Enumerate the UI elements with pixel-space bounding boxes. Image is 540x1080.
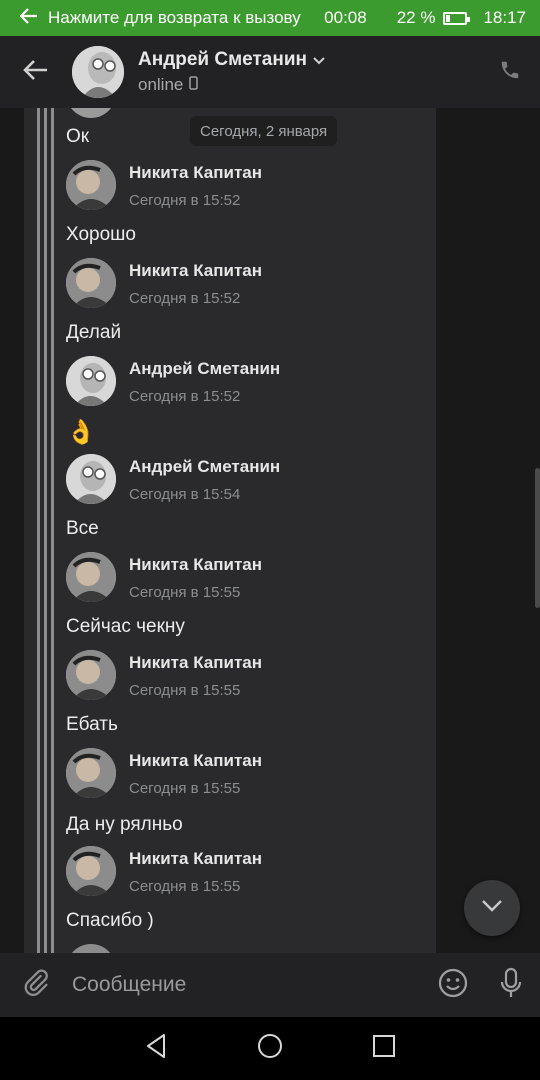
battery-percent: 22 % [396,8,436,27]
forward-indent-line [44,108,47,953]
message-text: Спасибо ) [66,910,154,931]
message-input[interactable] [72,973,424,997]
avatar[interactable] [66,552,116,602]
message-author-row: Никита Капитан Сегодня в 15:55 [66,552,262,604]
author-name[interactable]: Андрей Сметанин [129,359,280,379]
avatar[interactable] [66,258,116,308]
attach-button[interactable] [0,968,72,1003]
chat-header: Андрей Сметанин online [0,36,540,108]
message-time: Сегодня в 15:52 [129,388,241,405]
message-text: Ебать [66,714,118,735]
message-time: Сегодня в 15:52 [129,192,241,209]
call-duration: 00:08 [324,8,367,27]
scrollbar[interactable] [535,468,540,608]
arrow-left-icon [19,7,40,29]
ok-hand-emoji: 👌 [66,419,96,446]
voice-message-button[interactable] [482,967,540,1004]
avatar[interactable] [66,846,116,896]
message-author-row: Никита Капитан Сегодня в 15:52 [66,160,262,212]
message-time: Сегодня в 15:55 [129,584,241,601]
message-text: Делай [66,322,122,343]
avatar[interactable] [66,356,116,406]
author-name[interactable]: Никита Капитан [129,261,262,281]
message-time: Сегодня в 15:55 [129,682,241,699]
author-name[interactable]: Никита Капитан [129,555,262,575]
author-name[interactable]: Андрей Сметанин [129,457,280,477]
avatar[interactable] [66,748,116,798]
message-author-row: Андрей Сметанин Сегодня в 15:54 [66,454,280,506]
mobile-device-icon [189,75,199,95]
message-time: Сегодня в 15:52 [129,290,241,307]
chevron-down-icon [481,899,503,918]
message-text: Сейчас чекну [66,616,185,637]
avatar[interactable] [66,160,116,210]
message-time: Сегодня в 15:55 [129,780,241,797]
clock: 18:17 [483,8,526,27]
return-to-call-banner[interactable]: Нажмите для возврата к вызову 00:08 22 %… [0,0,540,36]
date-separator: Сегодня, 2 января [190,116,338,146]
phone-icon [499,59,521,86]
forward-indent-line [37,108,40,953]
author-name[interactable]: Никита Капитан [129,163,262,183]
call-banner-text: Нажмите для возврата к вызову [48,8,301,27]
message-text: Хорошо [66,224,136,245]
message-composer [0,953,540,1017]
nav-back-button[interactable] [144,1033,168,1064]
back-button[interactable] [0,36,72,108]
message-author-row: Никита Капитан Сегодня в 15:52 [66,258,262,310]
chevron-down-icon [313,49,325,71]
contact-name: Андрей Сметанин [138,49,307,70]
avatar[interactable] [66,454,116,504]
message-author-row: Никита Капитан Сегодня в 15:55 [66,650,262,702]
message-text: Ок [66,126,90,147]
message-list[interactable]: Сегодня, 2 января Ок Никита Капитан Сего… [0,108,540,953]
forward-indent-line [51,108,54,953]
battery-icon [443,11,471,25]
message-author-row: Андрей Сметанин Сегодня в 15:52 [66,356,280,408]
arrow-left-icon [23,59,49,86]
nav-recents-button[interactable] [372,1034,396,1063]
message-time: Сегодня в 15:55 [129,878,241,895]
avatar[interactable] [72,46,124,98]
emoji-button[interactable] [424,968,482,1003]
scroll-to-bottom-button[interactable] [464,880,520,936]
nav-home-button[interactable] [257,1033,283,1064]
message-time: Сегодня в 15:54 [129,486,241,503]
system-navigation-bar [0,1017,540,1080]
avatar[interactable] [66,650,116,700]
paperclip-icon [22,968,50,1003]
call-button[interactable] [480,36,540,108]
author-name[interactable]: Никита Капитан [129,653,262,673]
author-name[interactable]: Никита Капитан [129,751,262,771]
chat-title[interactable]: Андрей Сметанин online [138,49,480,95]
message-author-row: Никита Капитан Сегодня в 15:55 [66,748,262,800]
author-name[interactable]: Никита Капитан [129,849,262,869]
contact-status: online [138,75,184,94]
smile-icon [438,968,468,1003]
microphone-icon [499,967,523,1004]
message-text: Да ну рялньо [66,814,183,835]
message-author-row: Никита Капитан Сегодня в 15:55 [66,846,262,898]
message-text: Все [66,518,99,539]
